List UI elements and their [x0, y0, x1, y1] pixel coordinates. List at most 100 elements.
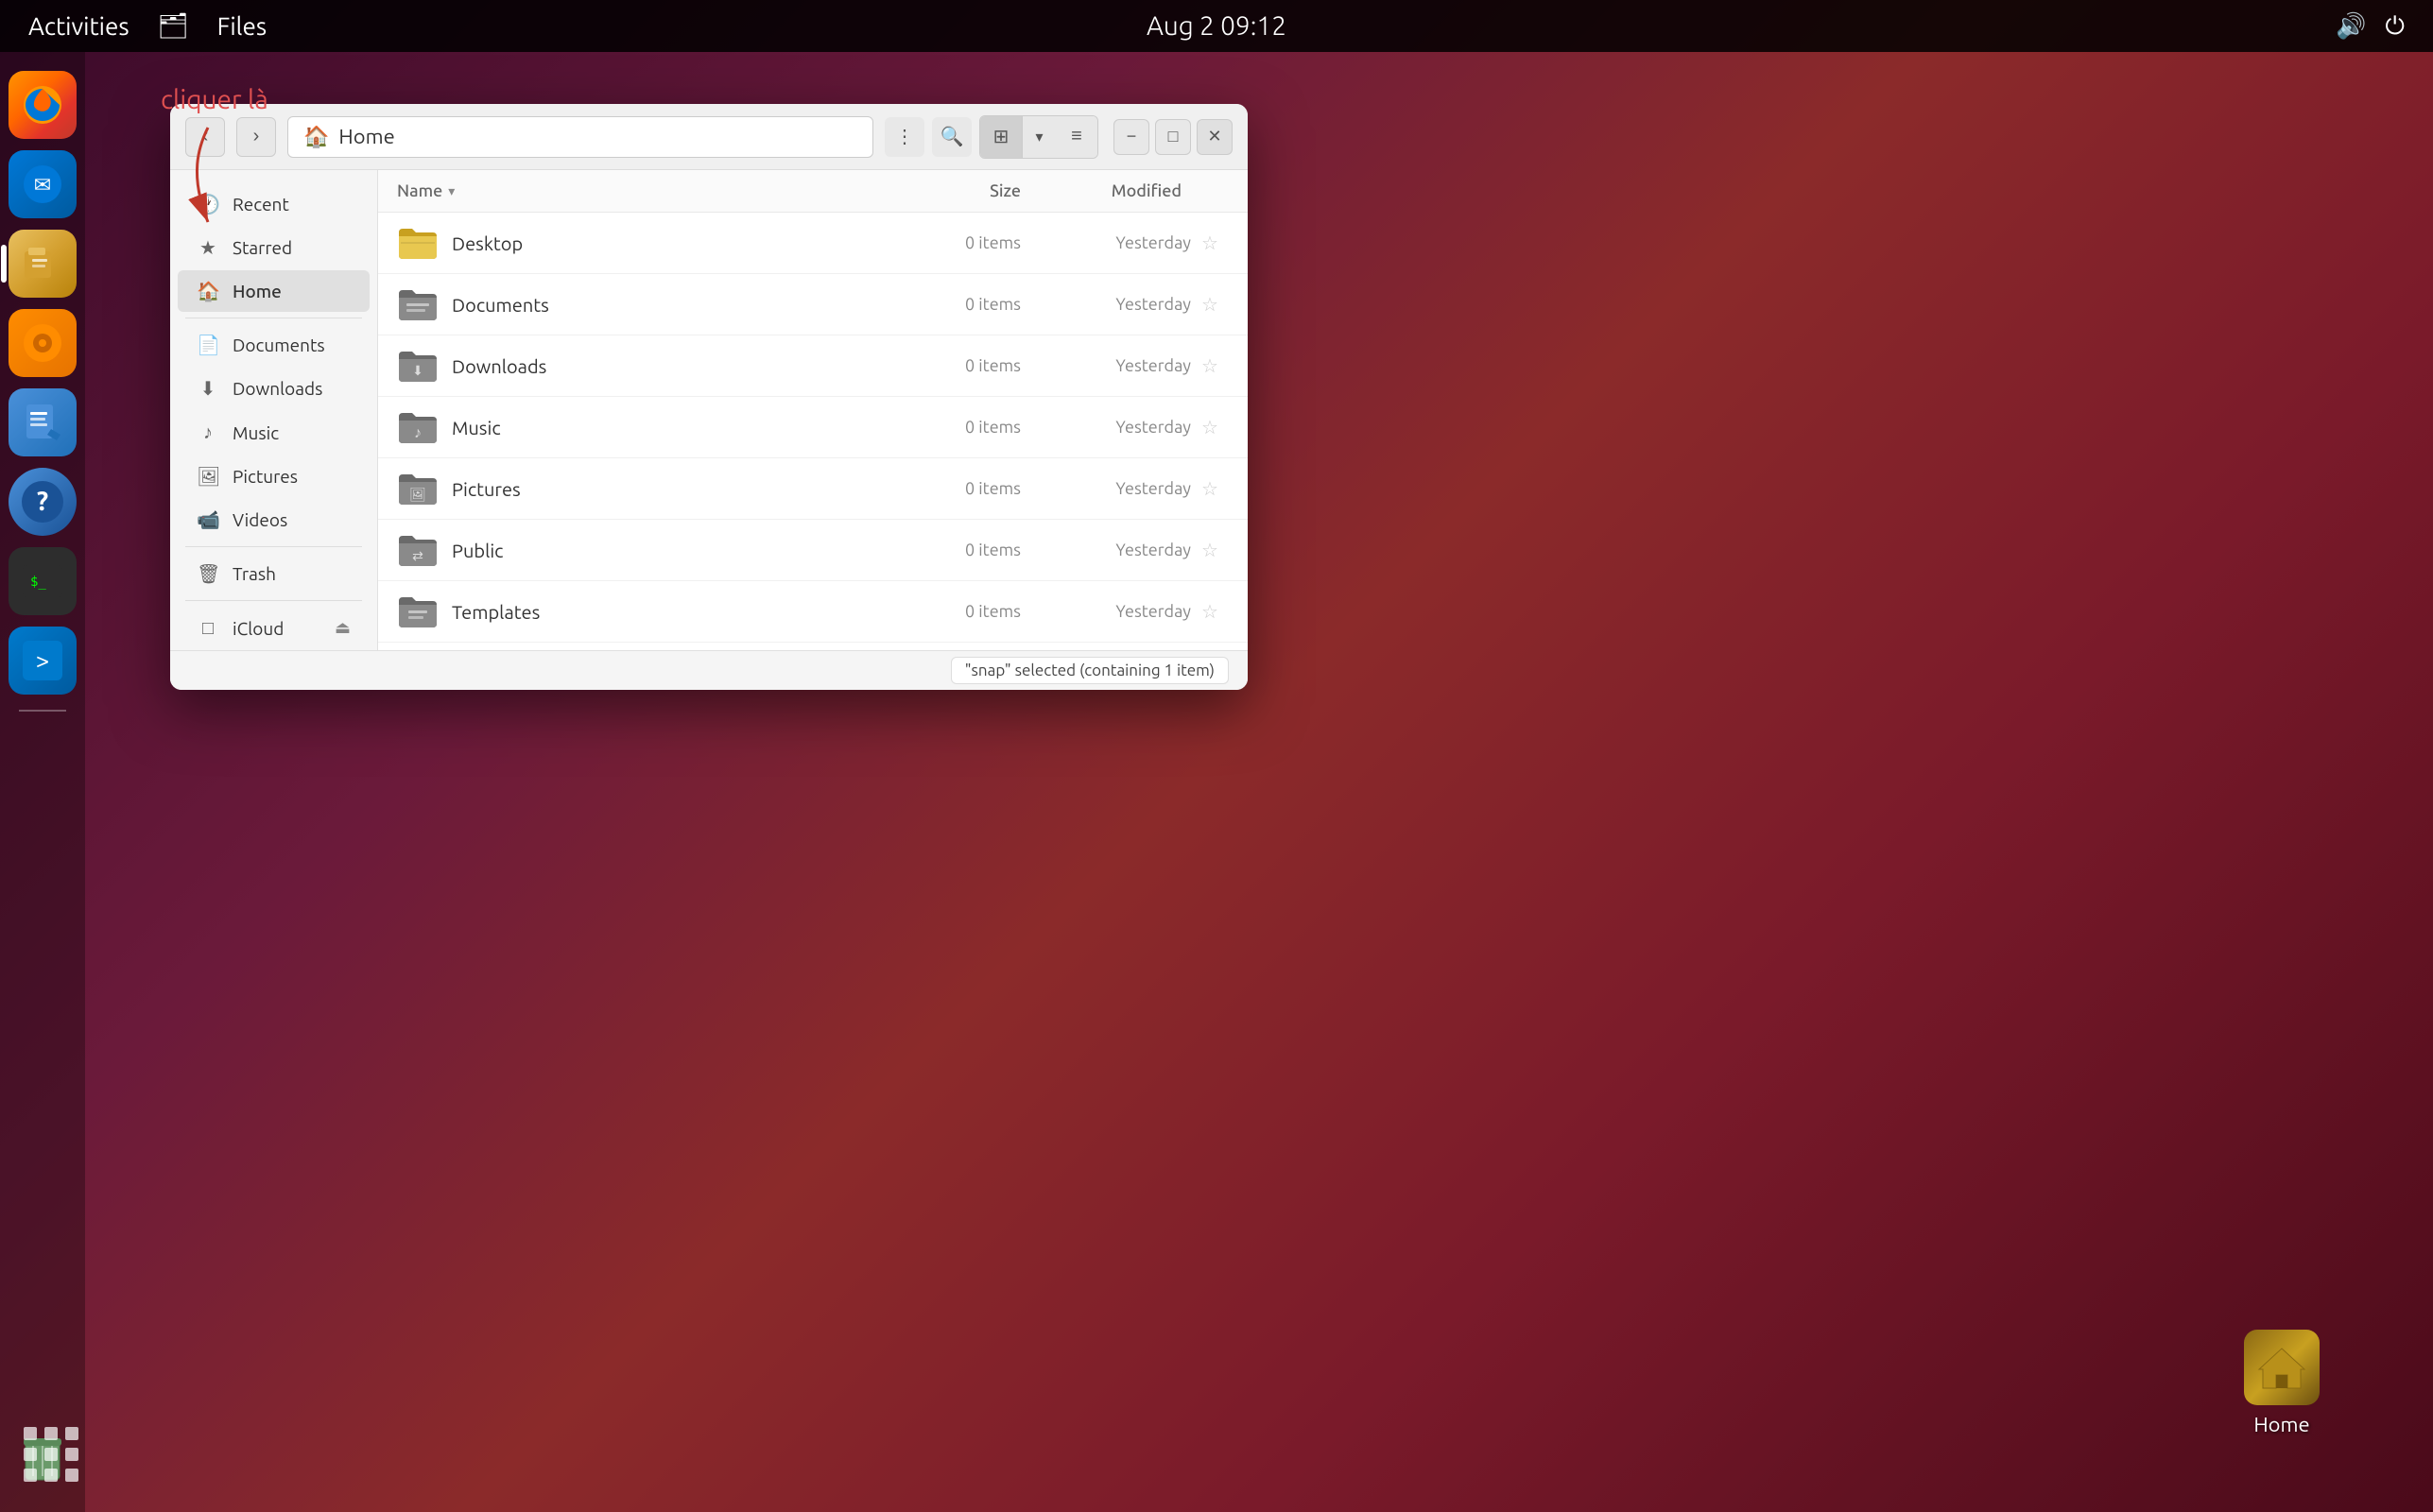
dock-item-terminal[interactable]: $_ — [9, 547, 77, 615]
search-button[interactable]: 🔍 — [932, 117, 972, 157]
status-badge: "snap" selected (containing 1 item) — [951, 657, 1229, 684]
column-size[interactable]: Size — [907, 181, 1040, 200]
file-modified-downloads: Yesterday — [1040, 356, 1191, 375]
file-name-templates: Templates — [452, 601, 907, 623]
dock-item-firefox[interactable] — [9, 71, 77, 139]
sidebar-label-documents: Documents — [233, 335, 325, 355]
location-bar[interactable]: 🏠 Home — [287, 116, 873, 158]
activities-label[interactable]: Activities — [28, 12, 129, 40]
column-name-label: Name — [397, 181, 442, 200]
svg-text:$_: $_ — [30, 575, 46, 590]
main-content: 🕐 Recent ★ Starred 🏠 Home 📄 Documents ⬇ … — [170, 170, 1248, 650]
power-icon[interactable]: ⏻ — [2385, 11, 2405, 42]
file-row-downloads[interactable]: ⬇ Downloads 0 items Yesterday ☆ — [378, 335, 1248, 397]
svg-text:🖼: 🖼 — [409, 487, 426, 502]
dock-item-writer[interactable] — [9, 388, 77, 456]
minimize-button[interactable]: − — [1113, 119, 1149, 155]
videos-icon: 📹 — [197, 508, 219, 531]
apps-grid-button[interactable] — [24, 1427, 80, 1484]
folder-icon-desktop — [397, 222, 439, 264]
star-public[interactable]: ☆ — [1191, 539, 1229, 561]
sidebar-item-pictures[interactable]: 🖼 Pictures — [178, 455, 370, 497]
star-templates[interactable]: ☆ — [1191, 600, 1229, 623]
trash-icon: 🗑 — [197, 562, 219, 585]
sidebar-item-starred[interactable]: ★ Starred — [178, 227, 370, 268]
file-modified-music: Yesterday — [1040, 418, 1191, 437]
file-row-music[interactable]: ♪ Music 0 items Yesterday ☆ — [378, 397, 1248, 458]
svg-text:⇄: ⇄ — [412, 548, 423, 563]
close-button[interactable]: ✕ — [1197, 119, 1233, 155]
sidebar-label-downloads: Downloads — [233, 378, 322, 399]
downloads-icon: ⬇ — [197, 377, 219, 400]
sidebar-item-trash[interactable]: 🗑 Trash — [178, 553, 370, 594]
file-modified-templates: Yesterday — [1040, 602, 1191, 621]
file-row-videos[interactable]: ▶ Videos 0 items Yesterday ☆ — [378, 643, 1248, 650]
chevron-down-icon: ▾ — [1035, 128, 1043, 146]
grid-view-button[interactable]: ⊞ — [980, 116, 1022, 158]
sidebar-item-music[interactable]: ♪ Music — [178, 411, 370, 454]
dock-item-thunderbird[interactable]: ✉ — [9, 150, 77, 218]
file-row-pictures[interactable]: 🖼 Pictures 0 items Yesterday ☆ — [378, 458, 1248, 520]
star-music[interactable]: ☆ — [1191, 416, 1229, 438]
back-button[interactable]: ‹ — [185, 117, 225, 157]
star-desktop[interactable]: ☆ — [1191, 232, 1229, 254]
column-modified[interactable]: Modified — [1040, 181, 1229, 200]
file-modified-pictures: Yesterday — [1040, 479, 1191, 498]
file-modified-desktop: Yesterday — [1040, 233, 1191, 252]
svg-text:?: ? — [37, 487, 48, 516]
sidebar-label-recent: Recent — [233, 194, 289, 215]
dock-item-vscode[interactable]: > — [9, 627, 77, 695]
sidebar-label-videos: Videos — [233, 509, 287, 530]
column-name[interactable]: Name ▾ — [397, 181, 907, 200]
file-list: Name ▾ Size Modified Desktop 0 items Yes — [378, 170, 1248, 650]
music-icon: ♪ — [197, 421, 219, 444]
file-modified-public: Yesterday — [1040, 541, 1191, 559]
sidebar-item-recent[interactable]: 🕐 Recent — [178, 183, 370, 225]
dock-item-help[interactable]: ? — [9, 468, 77, 536]
sidebar-item-icloud[interactable]: □ iCloud ⏏ — [178, 607, 370, 649]
sidebar-divider-3 — [185, 600, 362, 601]
star-downloads[interactable]: ☆ — [1191, 354, 1229, 377]
volume-icon[interactable]: 🔊 — [2336, 11, 2366, 41]
eject-icon[interactable]: ⏏ — [335, 618, 351, 638]
svg-text:♪: ♪ — [414, 424, 422, 441]
sidebar-item-home[interactable]: 🏠 Home — [178, 270, 370, 312]
folder-icon-templates — [397, 591, 439, 632]
file-size-downloads: 0 items — [907, 356, 1040, 375]
dock-item-rhythmbox[interactable] — [9, 309, 77, 377]
topbar: Activities 🗂 Files Aug 2 09:12 🔊 ⏻ — [0, 0, 2433, 52]
icloud-icon: □ — [197, 616, 219, 640]
file-name-documents: Documents — [452, 294, 907, 316]
close-icon: ✕ — [1207, 127, 1221, 146]
file-name-music: Music — [452, 417, 907, 438]
menu-dots-icon: ⋮ — [895, 125, 914, 148]
file-row-templates[interactable]: Templates 0 items Yesterday ☆ — [378, 581, 1248, 643]
star-pictures[interactable]: ☆ — [1191, 477, 1229, 500]
star-documents[interactable]: ☆ — [1191, 293, 1229, 316]
sidebar-item-documents[interactable]: 📄 Documents — [178, 324, 370, 366]
folder-icon-public: ⇄ — [397, 529, 439, 571]
file-size-documents: 0 items — [907, 295, 1040, 314]
desktop-home-icon[interactable]: Home — [2244, 1330, 2320, 1436]
file-row-desktop[interactable]: Desktop 0 items Yesterday ☆ — [378, 213, 1248, 274]
forward-button[interactable]: › — [236, 117, 276, 157]
documents-icon: 📄 — [197, 334, 219, 356]
dock-item-files[interactable] — [9, 230, 77, 298]
window-controls: − □ ✕ — [1113, 119, 1233, 155]
list-view-button[interactable]: ≡ — [1056, 116, 1097, 158]
file-size-desktop: 0 items — [907, 233, 1040, 252]
view-dropdown-button[interactable]: ▾ — [1022, 116, 1056, 158]
dock: ✉ ? — [0, 52, 85, 1512]
sidebar-label-pictures: Pictures — [233, 466, 298, 487]
menu-button[interactable]: ⋮ — [885, 117, 924, 157]
files-label[interactable]: Files — [217, 12, 267, 40]
sidebar-item-videos[interactable]: 📹 Videos — [178, 499, 370, 541]
sidebar-label-home: Home — [233, 281, 282, 301]
maximize-button[interactable]: □ — [1155, 119, 1191, 155]
file-row-public[interactable]: ⇄ Public 0 items Yesterday ☆ — [378, 520, 1248, 581]
home-desktop-label: Home — [2253, 1413, 2309, 1436]
datetime: Aug 2 09:12 — [1147, 11, 1286, 41]
file-row-documents[interactable]: Documents 0 items Yesterday ☆ — [378, 274, 1248, 335]
folder-icon-pictures: 🖼 — [397, 468, 439, 509]
sidebar-item-downloads[interactable]: ⬇ Downloads — [178, 368, 370, 409]
